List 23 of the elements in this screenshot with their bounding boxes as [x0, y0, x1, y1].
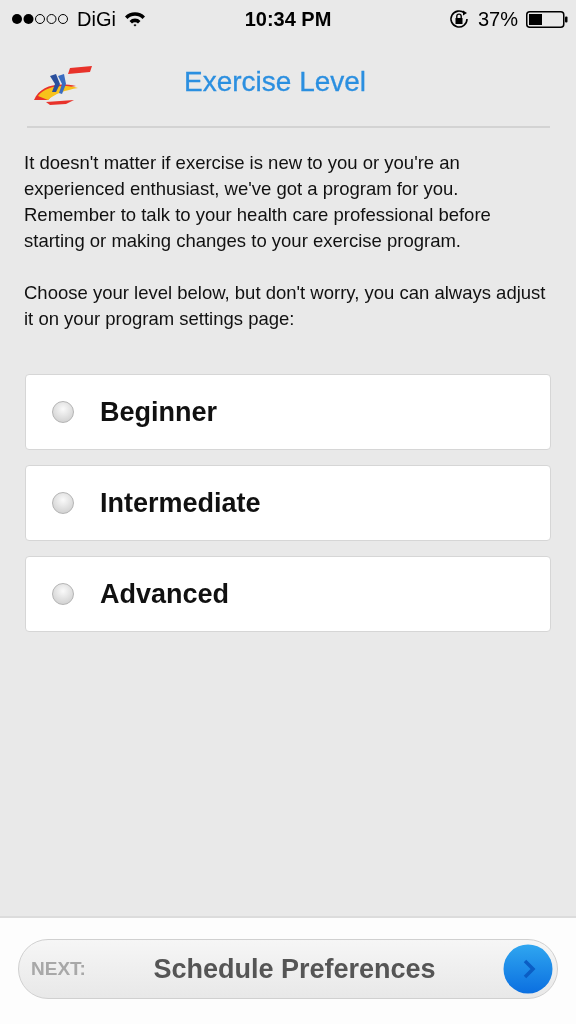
level-option[interactable]: Advanced	[25, 556, 551, 632]
battery-icon	[526, 10, 568, 28]
option-label: Beginner	[100, 396, 218, 428]
wifi-icon	[123, 11, 146, 27]
clock-time: 10:34 PM	[244, 7, 332, 31]
radio-button[interactable]	[52, 583, 74, 605]
next-prefix: NEXT:	[31, 958, 86, 980]
signal-icon	[11, 13, 69, 25]
rotation-lock-icon	[447, 8, 470, 30]
next-button[interactable]: NEXT: Schedule Preferences	[18, 939, 558, 999]
level-option[interactable]: Intermediate	[25, 465, 551, 541]
chevron-icon	[503, 944, 553, 994]
page-title: Exercise Level	[184, 66, 367, 98]
option-label: Advanced	[100, 578, 230, 610]
option-label: Intermediate	[100, 487, 261, 519]
battery-percent: 37%	[477, 7, 518, 31]
intro-paragraph: It doesn't matter if exercise is new to you or you're an experienced enthusiast, we've got a program for you. Remember to talk to your health care professional before starting or making changes to your exercise program.	[24, 151, 492, 253]
carrier-name: DiGi	[77, 7, 116, 31]
level-option[interactable]: Beginner	[25, 374, 551, 450]
radio-button[interactable]	[52, 492, 74, 514]
prompt-paragraph: Choose your level below, but don't worry, you can always adjust it on your program settings page:	[24, 281, 546, 331]
next-step-label: Schedule Preferences	[152, 953, 437, 985]
radio-button[interactable]	[52, 401, 74, 423]
